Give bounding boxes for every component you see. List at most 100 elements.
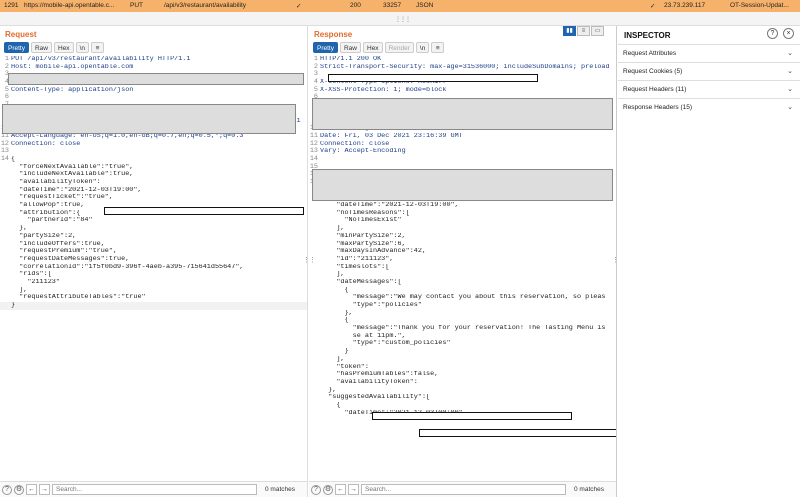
code-line: "requestAttributeTables":"true" [0,294,307,302]
code-line: } [0,302,307,310]
code-line: 14 [309,155,616,164]
stacked-layout-icon[interactable]: ≡ [577,26,590,36]
redaction-box [372,412,572,420]
inspector-section-request-headers[interactable]: Request Headers (11) ⌄ [618,80,800,97]
next-arrow-icon[interactable]: → [39,484,50,495]
line-text: "dateTime":"2021-12-03T19:00", [320,202,459,210]
close-icon[interactable]: × [783,28,794,39]
line-text: ], [320,355,345,363]
line-text: Accept-Language: en-US;q=1.0,en-GB;q=0.7… [11,132,244,140]
code-line: "suggestedAvailability":[ [309,394,616,402]
line-number [309,371,320,379]
resize-handle-icon[interactable]: ⋮ [612,256,616,264]
line-number [0,210,11,218]
split-drag-handle[interactable]: ⋮⋮⋮ [0,12,800,26]
line-text: "token": [320,363,369,371]
next-arrow-icon[interactable]: → [348,484,359,495]
line-number [0,225,11,233]
response-hex-button[interactable]: Hex [363,42,383,53]
code-line: 2 Strict-Transport-Security: max-age=3153… [309,63,616,72]
code-line: { [309,402,616,410]
code-line: "partySize":2, [0,233,307,241]
line-number [309,394,320,402]
previous-arrow-icon[interactable]: ← [335,484,346,495]
line-text: Content-Type: application/json [11,86,134,94]
code-line: "token": [309,364,616,372]
line-text: "message":"Thank you for your reservatio… [320,325,606,333]
inspector-section-response-headers[interactable]: Response Headers (15) ⌄ [618,98,800,115]
code-line: 1 PUT /api/v3/restaurant/availability HTT… [0,56,307,64]
row-id: 1291 [4,2,19,9]
line-text [11,148,307,156]
line-text: ], [11,286,28,294]
response-raw-button[interactable]: Raw [339,42,361,53]
code-line: "requestDateMessages":true, [0,256,307,264]
row-method: PUT [130,2,143,9]
request-newline-button[interactable]: \n [75,42,89,53]
response-pretty-button[interactable]: Pretty [313,42,338,53]
code-line: se at 11pm.", [309,333,616,341]
line-text: "message":"We may contact you about this… [320,294,606,302]
request-search-input[interactable] [52,484,257,495]
previous-arrow-icon[interactable]: ← [26,484,37,495]
code-line: "dateTime":"2021-12-03T19:00", [0,187,307,195]
line-number [0,217,11,225]
line-text: "partnerId":"84" [11,217,93,225]
line-number [0,279,11,287]
request-hex-button[interactable]: Hex [54,42,74,53]
code-line: "id":"211123", [309,256,616,264]
code-line: "forceNextAvailable":"true", [0,164,307,172]
resize-handle-icon[interactable]: ⋮ [303,256,307,264]
code-line: 5 Content-Type: application/json [0,86,307,95]
line-number [0,164,11,172]
request-menu-icon[interactable]: ≡ [90,42,104,53]
inspector-section-request-attributes[interactable]: Request Attributes ⌄ [618,44,800,61]
help-icon[interactable]: ? [2,484,12,495]
code-line: "dateMessages":[ [309,279,616,287]
response-match-count: 0 matches [574,486,604,493]
inspector-section-label: Request Headers (11) [623,86,687,93]
response-pane: Response ▮▮ ≡ ▭ Pretty Raw Hex Render \n… [309,26,617,497]
code-line: "requestPremium":"true", [0,248,307,256]
line-number [0,271,11,279]
code-line: 12 Connection: close [0,140,307,149]
response-render-button[interactable]: Render [384,42,414,53]
side-by-side-layout-icon[interactable]: ▮▮ [563,26,576,36]
help-icon[interactable]: ? [767,28,778,39]
line-number [309,217,320,225]
line-text: "requestTicket":"true", [11,194,113,202]
settings-gear-icon[interactable]: ⚙ [14,484,24,495]
line-text: "NoTimesExist" [320,217,402,225]
line-text: Strict-Transport-Security: max-age=31536… [320,63,610,71]
help-icon[interactable]: ? [311,484,321,495]
request-raw-button[interactable]: Raw [30,42,52,53]
code-line: "message":"We may contact you about this… [309,294,616,302]
redaction-block [312,98,613,130]
selected-history-row[interactable]: 1291 https://mobile-api.opentable.c... P… [0,0,800,12]
single-pane-layout-icon[interactable]: ▭ [591,26,604,36]
code-line: 13 Vary: Accept-Encoding [309,148,616,156]
line-number [309,340,320,348]
code-line: "requestTicket":"true", [0,194,307,202]
response-newline-button[interactable]: \n [415,42,430,53]
line-number [309,317,320,325]
inspector-section-label: Request Attributes [623,50,677,57]
code-line: "noTimesReasons":[ [309,210,616,218]
request-title: Request [5,30,37,39]
response-menu-icon[interactable]: ≡ [431,42,445,53]
row-path: /api/v3/restaurant/availability [164,2,247,9]
inspector-title: INSPECTOR [624,31,671,40]
row-comment: OT-Session-Updat... [730,2,789,9]
settings-gear-icon[interactable]: ⚙ [323,484,333,495]
code-line: }, [309,310,616,318]
line-text: "id":"211123", [320,255,394,263]
request-pane: Request Pretty Raw Hex \n ≡ 1 PUT /api/v3… [0,26,308,497]
response-search-input[interactable] [361,484,566,495]
line-number [0,241,11,249]
line-text: Date: Fri, 03 Dec 2021 23:16:39 GMT [320,132,463,140]
request-pretty-button[interactable]: Pretty [4,42,29,53]
resize-handle-icon[interactable]: ⋮ [309,256,316,264]
code-line: "maxDaysInAdvance":42, [309,248,616,256]
inspector-section-request-cookies[interactable]: Request Cookies (5) ⌄ [618,62,800,79]
line-text: Vary: Accept-Encoding [320,148,406,156]
